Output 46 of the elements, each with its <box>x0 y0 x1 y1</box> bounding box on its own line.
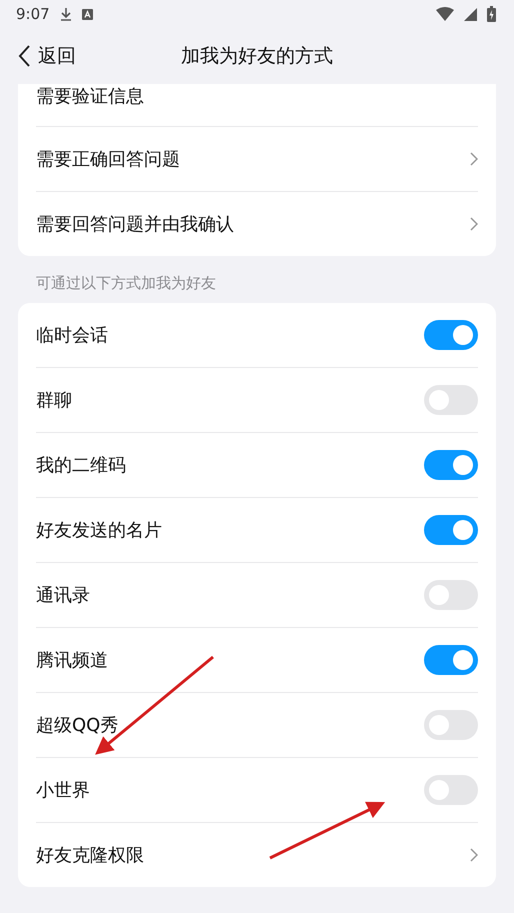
chevron-right-icon <box>470 217 478 231</box>
app-notification-icon <box>82 8 93 20</box>
option-label: 通讯录 <box>36 584 90 607</box>
settings-row[interactable]: 我的二维码 <box>36 433 478 498</box>
option-label: 腾讯频道 <box>36 649 108 672</box>
wifi-icon <box>436 7 454 21</box>
option-label: 超级QQ秀 <box>36 714 118 737</box>
toggle-switch[interactable] <box>424 320 478 350</box>
option-label: 临时会话 <box>36 324 108 347</box>
option-label: 需要验证信息 <box>36 85 144 108</box>
settings-row[interactable]: 通讯录 <box>36 563 478 628</box>
settings-row[interactable]: 需要验证信息 <box>36 84 478 127</box>
download-icon <box>60 7 72 21</box>
toggle-switch[interactable] <box>424 385 478 415</box>
settings-row[interactable]: 好友克隆权限 <box>36 823 478 887</box>
toggle-switch[interactable] <box>424 450 478 480</box>
toggle-switch[interactable] <box>424 710 478 740</box>
back-chevron-icon <box>18 45 30 67</box>
option-label: 小世界 <box>36 779 90 802</box>
settings-row[interactable]: 好友发送的名片 <box>36 498 478 563</box>
option-label: 好友克隆权限 <box>36 844 144 867</box>
toggle-switch[interactable] <box>424 580 478 610</box>
option-label: 群聊 <box>36 389 72 412</box>
chevron-right-icon <box>470 848 478 862</box>
settings-row[interactable]: 超级QQ秀 <box>36 693 478 758</box>
toggle-switch[interactable] <box>424 775 478 805</box>
page-title: 加我为好友的方式 <box>181 44 333 69</box>
toggle-switch[interactable] <box>424 515 478 545</box>
section-label: 可通过以下方式加我为好友 <box>35 273 217 294</box>
status-time: 9:07 <box>16 5 50 23</box>
option-label: 需要回答问题并由我确认 <box>36 213 234 236</box>
battery-icon <box>487 6 496 22</box>
settings-row[interactable]: 腾讯频道 <box>36 628 478 693</box>
settings-row[interactable]: 需要回答问题并由我确认 <box>36 192 478 256</box>
toggle-switch[interactable] <box>424 645 478 675</box>
settings-row[interactable]: 小世界 <box>36 758 478 823</box>
option-label: 需要正确回答问题 <box>36 148 180 171</box>
option-label: 好友发送的名片 <box>36 519 162 542</box>
settings-row[interactable]: 需要正确回答问题 <box>36 127 478 192</box>
signal-icon <box>464 8 477 20</box>
settings-row[interactable]: 群聊 <box>36 368 478 433</box>
back-label: 返回 <box>38 44 76 69</box>
chevron-right-icon <box>470 152 478 166</box>
option-label: 我的二维码 <box>36 454 126 477</box>
back-button[interactable]: 返回 <box>0 43 76 69</box>
settings-row[interactable]: 临时会话 <box>36 303 478 368</box>
